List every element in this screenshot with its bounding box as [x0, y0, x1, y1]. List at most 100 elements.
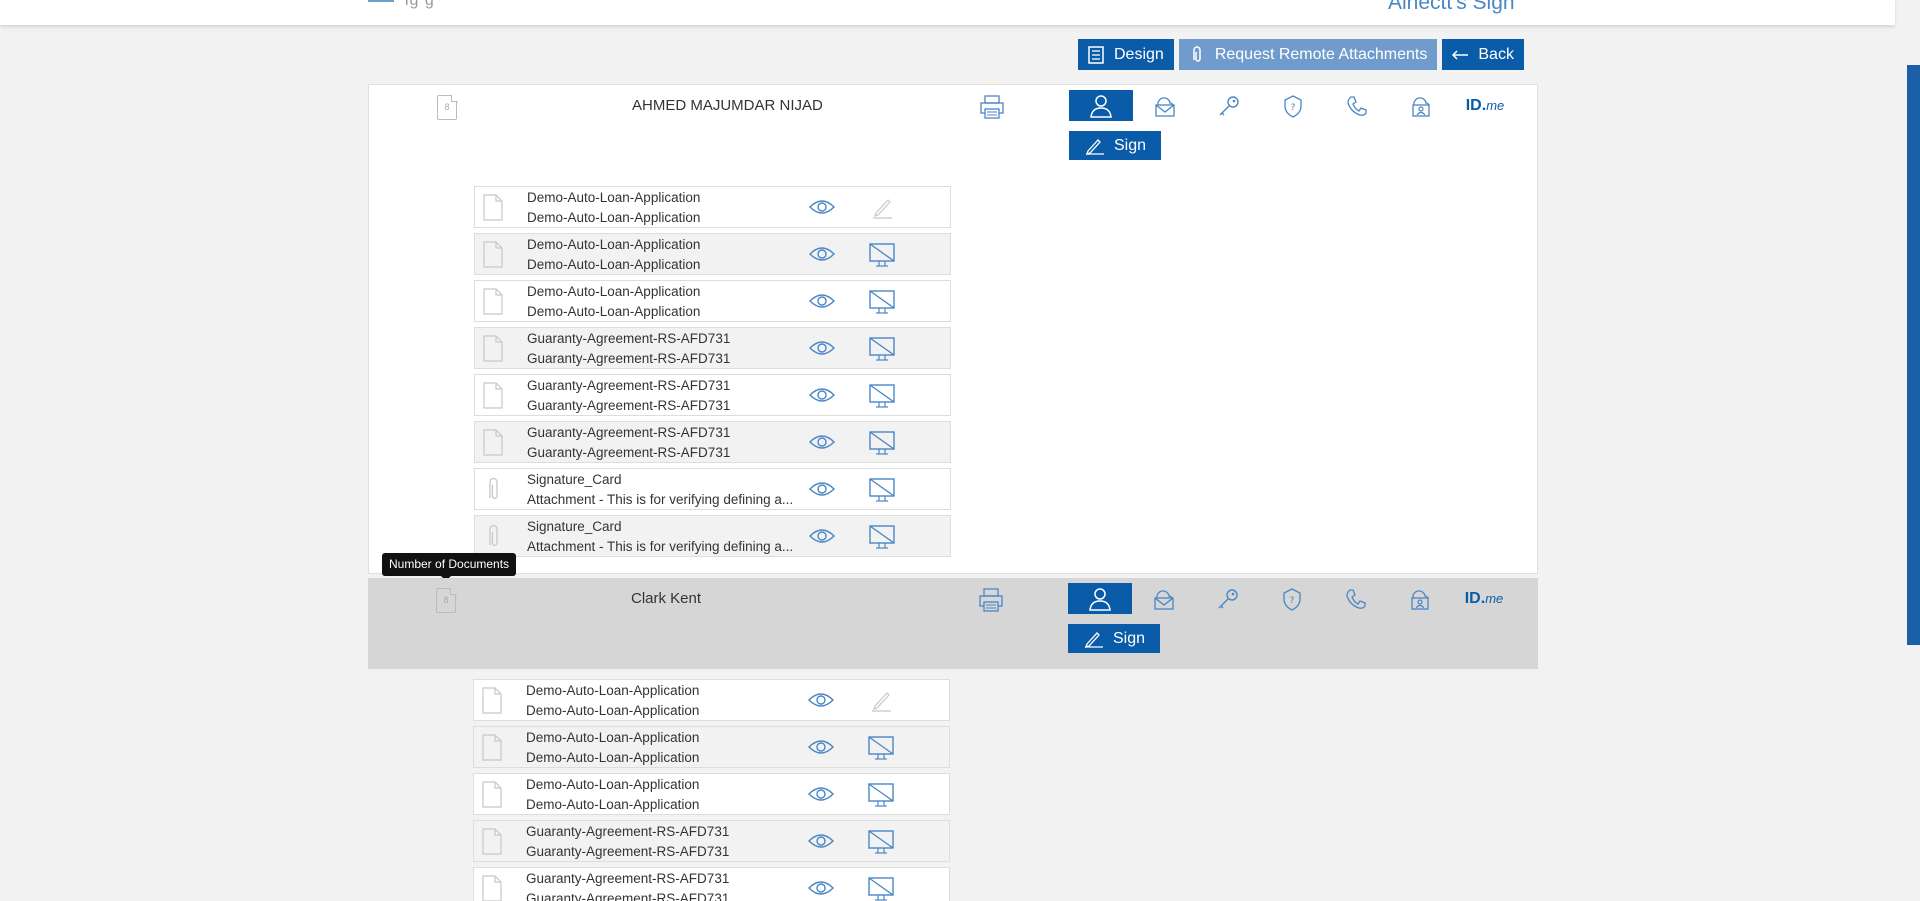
document-row[interactable]: Guaranty-Agreement-RS-AFD731 Guaranty-Agr…	[474, 327, 951, 369]
pen-icon[interactable]	[866, 686, 896, 716]
document-row[interactable]: Demo-Auto-Loan-Application Demo-Auto-Loan…	[473, 726, 950, 768]
back-label: Back	[1478, 45, 1514, 63]
auth-id-check[interactable]	[1388, 583, 1452, 614]
pen-icon[interactable]	[867, 193, 897, 223]
document-title: Demo-Auto-Loan-Application	[527, 284, 701, 299]
document-row[interactable]: Guaranty-Agreement-RS-AFD731 Guaranty-Agr…	[473, 820, 950, 862]
document-row[interactable]: Signature_Card Attachment - This is for v…	[474, 468, 951, 510]
no-display-icon[interactable]	[866, 780, 896, 810]
eye-icon[interactable]	[808, 338, 836, 358]
auth-id-check[interactable]	[1389, 90, 1453, 121]
document-list: Demo-Auto-Loan-Application Demo-Auto-Loan…	[474, 186, 951, 562]
action-toolbar: Design Request Remote Attachments Back	[1078, 39, 1524, 70]
eye-icon[interactable]	[807, 690, 835, 710]
no-display-icon[interactable]	[866, 733, 896, 763]
no-display-icon[interactable]	[867, 475, 897, 505]
vertical-scrollbar[interactable]	[1907, 65, 1920, 645]
document-count-icon[interactable]: 8	[437, 94, 458, 120]
document-subtitle: Attachment - This is for verifying defin…	[527, 539, 794, 554]
document-row[interactable]: Signature_Card Attachment - This is for v…	[474, 515, 951, 557]
signer-name: Clark Kent	[631, 590, 702, 607]
back-button[interactable]: Back	[1442, 39, 1524, 70]
eye-icon[interactable]	[807, 737, 835, 757]
paperclip-icon	[1193, 45, 1201, 62]
auth-email[interactable]	[1133, 90, 1197, 121]
document-subtitle: Attachment - This is for verifying defin…	[527, 492, 794, 507]
document-row[interactable]: Demo-Auto-Loan-Application Demo-Auto-Loan…	[473, 773, 950, 815]
request-remote-attachments-button[interactable]: Request Remote Attachments	[1178, 39, 1438, 70]
document-subtitle: Demo-Auto-Loan-Application	[526, 750, 700, 765]
eye-icon[interactable]	[808, 432, 836, 452]
document-title: Guaranty-Agreement-RS-AFD731	[527, 425, 731, 440]
auth-in-person[interactable]	[1069, 90, 1133, 121]
no-display-icon[interactable]	[867, 522, 897, 552]
document-icon	[482, 734, 502, 761]
document-row[interactable]: Demo-Auto-Loan-Application Demo-Auto-Loan…	[473, 679, 950, 721]
sign-button[interactable]: Sign	[1069, 131, 1161, 160]
user-icon	[1090, 94, 1112, 118]
print-icon[interactable]	[978, 93, 1006, 121]
document-icon	[483, 288, 503, 315]
brand-name: Alnectt's Sign	[1388, 0, 1515, 14]
paperclip-icon	[483, 476, 503, 503]
auth-kba[interactable]: ?	[1260, 583, 1324, 614]
document-icon	[482, 828, 502, 855]
no-display-icon[interactable]	[866, 874, 896, 901]
document-row[interactable]: Demo-Auto-Loan-Application Demo-Auto-Loan…	[474, 186, 951, 228]
document-row[interactable]: Demo-Auto-Loan-Application Demo-Auto-Loan…	[474, 233, 951, 275]
eye-icon[interactable]	[808, 385, 836, 405]
eye-icon[interactable]	[808, 526, 836, 546]
eye-icon[interactable]	[808, 197, 836, 217]
no-display-icon[interactable]	[867, 287, 897, 317]
auth-email[interactable]	[1132, 583, 1196, 614]
no-display-icon[interactable]	[867, 381, 897, 411]
document-title: Guaranty-Agreement-RS-AFD731	[526, 871, 730, 886]
key-icon	[1219, 95, 1239, 115]
document-row[interactable]: Guaranty-Agreement-RS-AFD731 Guaranty-Agr…	[473, 867, 950, 901]
cloud-email-icon	[1155, 96, 1175, 117]
idme-logo[interactable]: ID.me	[1452, 590, 1516, 608]
eye-icon[interactable]	[808, 291, 836, 311]
top-header: ig g Alnectt's Sign	[0, 0, 1895, 25]
auth-password[interactable]	[1197, 90, 1261, 121]
sign-button[interactable]: Sign	[1068, 624, 1160, 653]
auth-kba[interactable]: ?	[1261, 90, 1325, 121]
no-display-icon[interactable]	[866, 827, 896, 857]
document-row[interactable]: Guaranty-Agreement-RS-AFD731 Guaranty-Agr…	[474, 421, 951, 463]
auth-in-person[interactable]	[1068, 583, 1132, 614]
number-of-documents-tooltip: Number of Documents	[382, 553, 517, 581]
no-display-icon[interactable]	[867, 428, 897, 458]
document-title: Signature_Card	[527, 519, 622, 534]
print-icon[interactable]	[977, 586, 1005, 614]
auth-methods: ? ID.me	[1069, 90, 1517, 121]
document-subtitle: Guaranty-Agreement-RS-AFD731	[526, 844, 730, 859]
cloud-email-icon	[1154, 589, 1174, 610]
auth-methods: ? ID.me	[1068, 583, 1516, 614]
svg-text:?: ?	[1290, 596, 1295, 606]
document-subtitle: Guaranty-Agreement-RS-AFD731	[527, 351, 731, 366]
design-button[interactable]: Design	[1078, 39, 1174, 70]
paperclip-icon	[483, 523, 503, 550]
idme-suffix: me	[1486, 97, 1505, 113]
eye-icon[interactable]	[808, 244, 836, 264]
document-count-icon[interactable]: 8	[436, 587, 457, 613]
idme-logo[interactable]: ID.me	[1453, 97, 1517, 115]
document-row[interactable]: Guaranty-Agreement-RS-AFD731 Guaranty-Agr…	[474, 374, 951, 416]
document-title: Demo-Auto-Loan-Application	[526, 730, 700, 745]
document-row[interactable]: Demo-Auto-Loan-Application Demo-Auto-Loan…	[474, 280, 951, 322]
auth-phone[interactable]	[1324, 583, 1388, 614]
header-icon	[368, 0, 394, 2]
request-label: Request Remote Attachments	[1214, 45, 1428, 63]
no-display-icon[interactable]	[867, 334, 897, 364]
eye-icon[interactable]	[807, 831, 835, 851]
auth-password[interactable]	[1196, 583, 1260, 614]
eye-icon[interactable]	[807, 878, 835, 898]
no-display-icon[interactable]	[867, 240, 897, 270]
document-title: Demo-Auto-Loan-Application	[527, 237, 701, 252]
auth-phone[interactable]	[1325, 90, 1389, 121]
document-list: Demo-Auto-Loan-Application Demo-Auto-Loan…	[473, 679, 950, 901]
signer-name: AHMED MAJUMDAR NIJAD	[632, 97, 823, 114]
document-title: Demo-Auto-Loan-Application	[526, 777, 700, 792]
eye-icon[interactable]	[808, 479, 836, 499]
eye-icon[interactable]	[807, 784, 835, 804]
